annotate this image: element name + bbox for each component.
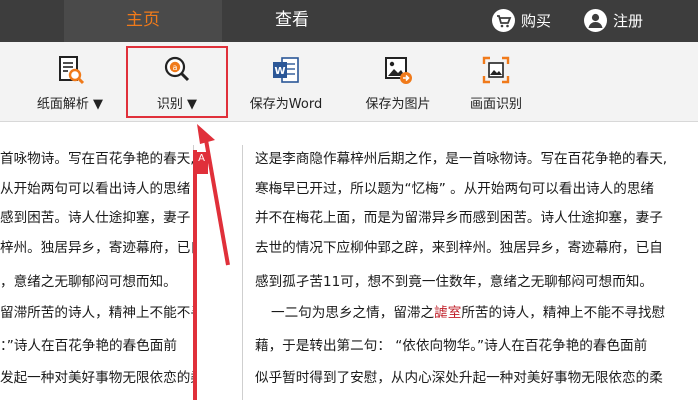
source-line: ，意绪之无聊郁闷可想而知。 — [0, 274, 177, 290]
source-line: 留滞所苦的诗人，精神上不能不寻找慰 — [0, 305, 193, 321]
app-window: 主页 查看 购买 注册 纸面解析 ▼ a 识别 ▼ W 保存为Word 保存为图… — [0, 0, 698, 400]
screen-capture-icon — [482, 56, 510, 84]
buy-button[interactable]: 购买 — [492, 6, 551, 34]
save-image-label: 保存为图片 — [365, 97, 431, 112]
selection-tag[interactable]: A — [195, 152, 208, 174]
scan-parse-label: 纸面解析 ▼ — [36, 97, 104, 112]
scan-parse-button[interactable]: 纸面解析 ▼ — [22, 42, 118, 122]
result-line: 似乎暂时得到了安慰，从内心深处升起一种对美好事物无限依恋的柔 — [255, 370, 663, 386]
source-line: 感到困苦。诗人仕途抑塞，妻子 — [0, 210, 191, 226]
result-line: 寒梅早已开过，所以题为“忆梅” 。从开始两句可以看出诗人的思绪 — [255, 181, 655, 197]
result-line: 藉，于是转出第二句： “依依向物华。”诗人在百花争艳的春色面前 — [255, 338, 648, 354]
word-icon: W — [273, 57, 299, 83]
ocr-search-icon: a — [164, 56, 190, 82]
source-line: 从开始两句可以看出诗人的思绪 — [0, 181, 191, 197]
svg-text:a: a — [173, 63, 178, 72]
buy-label: 购买 — [521, 11, 552, 30]
menu-bar: 主页 查看 购买 注册 — [0, 0, 698, 42]
user-icon — [584, 8, 607, 32]
save-image-button[interactable]: 保存为图片 — [356, 42, 440, 122]
result-line: 这是李商隐作幕梓州后期之作，是一首咏物诗。写在百花争艳的春天, — [255, 151, 668, 167]
cart-icon — [492, 8, 515, 32]
area-ocr-button[interactable]: 画面识别 — [446, 42, 546, 122]
result-line-part: 所苦的诗人，精神上不能不寻找慰 — [461, 305, 666, 321]
misrecognized-text: 謔室 — [434, 305, 462, 321]
ribbon-toolbar: 纸面解析 ▼ a 识别 ▼ W 保存为Word 保存为图片 画面识别 — [0, 42, 698, 122]
ocr-button[interactable]: a 识别 ▼ — [126, 42, 228, 122]
save-word-label: 保存为Word — [249, 97, 323, 112]
source-line: 梓州。独居异乡，寄迹幕府，已自 — [0, 240, 193, 256]
result-line: 去世的情况下应柳仲郢之辟，来到梓州。独居异乡，寄迹幕府，已自 — [255, 240, 663, 256]
area-ocr-label: 画面识别 — [469, 97, 522, 112]
save-word-button[interactable]: W 保存为Word — [240, 42, 332, 122]
ocr-label: 识别 ▼ — [156, 97, 198, 112]
source-line: 发起一种对美好事物无限依恋的柔 — [0, 370, 193, 386]
selection-marker-bar — [193, 150, 197, 400]
source-image-pane[interactable]: 首咏物诗。写在百花争艳的春天, 从开始两句可以看出诗人的思绪 感到困苦。诗人仕途… — [0, 145, 193, 400]
document-magnifier-icon — [59, 56, 85, 85]
result-line: 一二句为思乡之情，留滞之謔室所苦的诗人，精神上不能不寻找慰 — [271, 305, 666, 321]
result-line-part: 一二句为思乡之情，留滞之 — [271, 305, 435, 321]
svg-text:W: W — [274, 66, 285, 77]
source-line: ：”诗人在百花争艳的春色面前 — [0, 338, 177, 354]
result-line: 并不在梅花上面，而是为留滞异乡而感到困苦。诗人仕途抑塞，妻子 — [255, 210, 663, 226]
register-label: 注册 — [613, 11, 644, 30]
register-button[interactable]: 注册 — [584, 6, 643, 34]
tab-home[interactable]: 主页 — [64, 0, 222, 42]
tab-view[interactable]: 查看 — [222, 0, 362, 42]
result-line: 感到孤孑苦11可，想不到竟一住数年，意绪之无聊郁闷可想而知。 — [255, 274, 653, 290]
recognized-text-pane[interactable]: 这是李商隐作幕梓州后期之作，是一首咏物诗。写在百花争艳的春天, 寒梅早已开过，所… — [242, 145, 698, 400]
image-export-icon — [385, 57, 412, 84]
source-line: 首咏物诗。写在百花争艳的春天, — [0, 151, 193, 167]
